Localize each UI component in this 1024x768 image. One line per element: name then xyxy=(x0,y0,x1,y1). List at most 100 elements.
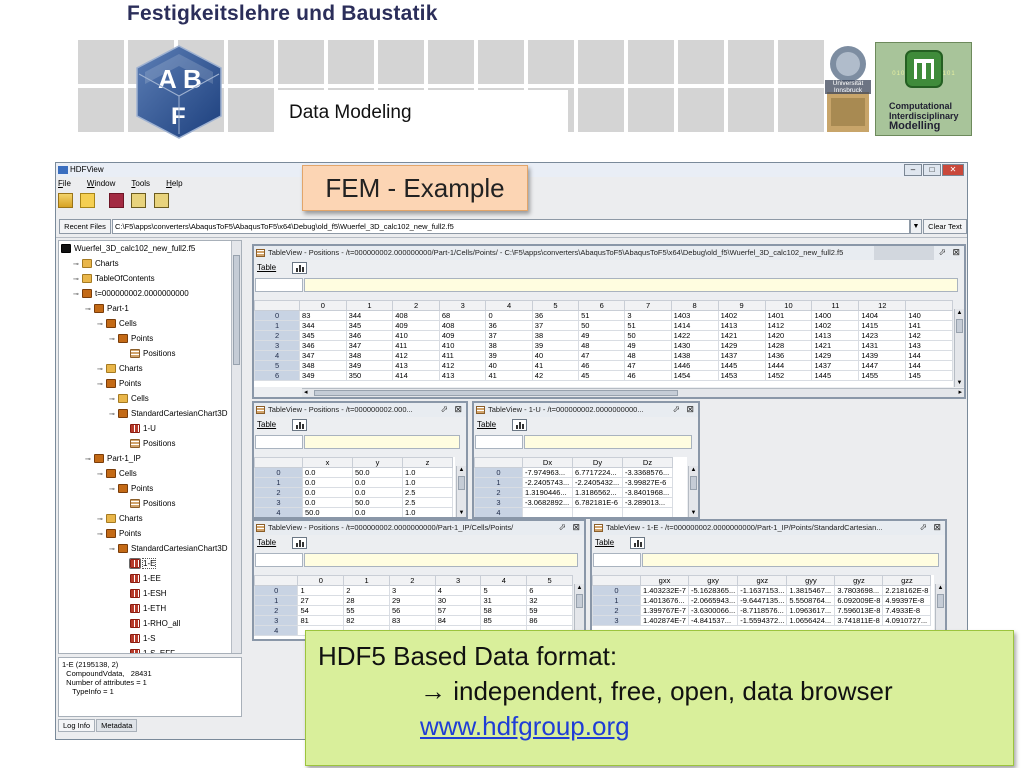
cell-value-field[interactable] xyxy=(304,553,578,567)
row-header[interactable]: 3 xyxy=(254,497,303,508)
table-cell[interactable]: 58 xyxy=(480,605,528,616)
table-cell[interactable]: 46 xyxy=(578,360,626,371)
tableview-titlebar[interactable]: TableView - Positions - /t=000000002.000… xyxy=(254,521,584,535)
column-header[interactable]: Dy xyxy=(572,457,623,468)
row-header[interactable]: 3 xyxy=(474,497,523,508)
table-cell[interactable]: 1430 xyxy=(670,340,719,351)
minimize-button[interactable]: – xyxy=(904,164,922,176)
column-header[interactable]: 3 xyxy=(434,575,482,586)
table-cell[interactable]: 38 xyxy=(485,340,533,351)
table-cell[interactable]: 1429 xyxy=(717,340,766,351)
table-cell[interactable]: 51 xyxy=(624,320,672,331)
tree-toggle-icon[interactable]: ⊸ xyxy=(85,452,94,467)
close-panel-icon[interactable]: ⊠ xyxy=(686,404,694,414)
horizontal-scrollbar[interactable]: ◂ ▸ xyxy=(302,388,964,397)
tree-node[interactable]: 1-S xyxy=(121,631,155,646)
table-cell[interactable]: 1412 xyxy=(764,320,813,331)
table-cell[interactable]: 54 xyxy=(297,605,345,616)
table-cell[interactable]: -8.7118576... xyxy=(737,605,788,616)
row-header[interactable]: 0 xyxy=(474,467,523,478)
table-cell[interactable]: 0.0 xyxy=(352,507,403,517)
table-cell[interactable]: 6.782181E-6 xyxy=(572,497,623,508)
table-cell[interactable]: 1428 xyxy=(764,340,813,351)
table-cell[interactable]: 48 xyxy=(578,340,626,351)
chart-icon[interactable] xyxy=(292,537,307,549)
table-cell[interactable]: 56 xyxy=(388,605,436,616)
table-cell[interactable]: 1431 xyxy=(858,340,907,351)
open-folder-icon[interactable] xyxy=(80,193,96,208)
table-cell[interactable]: 349 xyxy=(299,370,347,381)
table-cell[interactable]: 408 xyxy=(438,320,487,331)
menu-file[interactable]: File xyxy=(58,179,79,188)
table-cell[interactable]: 45 xyxy=(578,370,626,381)
column-header[interactable]: 12 xyxy=(858,300,907,311)
row-header[interactable]: 3 xyxy=(592,615,641,626)
table-cell[interactable]: 409 xyxy=(438,330,487,341)
table-cell[interactable]: 49 xyxy=(578,330,626,341)
table-cell[interactable]: -4.841537... xyxy=(687,615,739,626)
table-cell[interactable]: 39 xyxy=(531,340,580,351)
maximize-panel-icon[interactable]: ⬀ xyxy=(672,404,680,414)
table-cell[interactable]: 6.092009E-8 xyxy=(834,595,884,606)
tableview-titlebar[interactable]: TableView - Positions - /t=000000002.000… xyxy=(254,403,466,417)
table-cell[interactable]: 1455 xyxy=(858,370,907,381)
tree-toggle-icon[interactable]: ⊸ xyxy=(109,332,118,347)
column-header[interactable]: 10 xyxy=(764,300,813,311)
table-cell[interactable]: 5.5508764... xyxy=(786,595,836,606)
table-cell[interactable]: 1429 xyxy=(811,350,860,361)
table-cell[interactable]: -1.1637153... xyxy=(737,585,788,596)
recent-files-button[interactable]: Recent Files xyxy=(59,219,111,234)
table-cell[interactable]: 1.3186562... xyxy=(572,487,623,498)
column-header[interactable]: gzz xyxy=(882,575,932,586)
tree-node[interactable]: Positions xyxy=(121,436,175,451)
table-cell[interactable]: 0.0 xyxy=(352,477,403,488)
table-cell[interactable]: 2.5 xyxy=(402,487,453,498)
table-cell[interactable]: -2.0665943... xyxy=(687,595,739,606)
tab-log-info[interactable]: Log Info xyxy=(58,719,96,732)
table-cell[interactable]: 1444 xyxy=(764,360,813,371)
table-cell[interactable]: 0.0 xyxy=(302,467,353,478)
table-cell[interactable]: 1438 xyxy=(670,350,719,361)
table-cell[interactable]: 140 xyxy=(905,310,953,321)
table-cell[interactable]: 1400 xyxy=(811,310,860,321)
table-cell[interactable]: 144 xyxy=(905,350,953,361)
table-cell[interactable]: 410 xyxy=(438,340,487,351)
table-cell[interactable]: 0 xyxy=(485,310,533,321)
horizontal-scrollbar-thumb[interactable] xyxy=(314,390,678,396)
table-cell[interactable]: -3.0682892... xyxy=(522,497,573,508)
chart-icon[interactable] xyxy=(630,537,645,549)
table-cell[interactable]: 36 xyxy=(485,320,533,331)
scrollbar-thumb[interactable] xyxy=(458,476,465,490)
menu-window[interactable]: Window xyxy=(87,179,123,188)
help-book-icon[interactable] xyxy=(108,193,124,208)
scrollbar-thumb[interactable] xyxy=(690,476,697,490)
table-cell[interactable]: 37 xyxy=(531,320,580,331)
table-cell[interactable]: 348 xyxy=(299,360,347,371)
scroll-down-icon[interactable]: ▼ xyxy=(689,509,698,517)
tree-node[interactable]: Positions xyxy=(121,496,175,511)
table-cell[interactable]: -3.8401968... xyxy=(622,487,673,498)
table-cell[interactable]: -2.2405432... xyxy=(572,477,623,488)
column-header[interactable]: 5 xyxy=(526,575,573,586)
table-cell[interactable]: 2.5 xyxy=(402,497,453,508)
table-cell[interactable]: 1437 xyxy=(717,350,766,361)
table-cell[interactable]: 1 xyxy=(297,585,345,596)
table-cell[interactable]: 48 xyxy=(624,350,672,361)
table-cell[interactable]: 1.3815467... xyxy=(786,585,836,596)
table-cell[interactable]: 3.7803698... xyxy=(834,585,884,596)
tree-node[interactable]: ⊸ Points xyxy=(109,481,153,496)
table-cell[interactable]: 40 xyxy=(531,350,580,361)
scroll-up-icon[interactable]: ▲ xyxy=(955,309,964,317)
tree-toggle-icon[interactable]: ⊸ xyxy=(97,362,106,377)
table-cell[interactable]: 0.0 xyxy=(302,477,353,488)
column-header[interactable]: 8 xyxy=(670,300,719,311)
cell-index-field[interactable] xyxy=(255,278,303,292)
cell-index-field[interactable] xyxy=(593,553,641,567)
cell-index-field[interactable] xyxy=(255,435,303,449)
column-header[interactable]: 4 xyxy=(485,300,533,311)
menu-tools[interactable]: Tools xyxy=(131,179,158,188)
table-cell[interactable]: 0.0 xyxy=(302,497,353,508)
table-cell[interactable]: 57 xyxy=(434,605,482,616)
tableview-titlebar[interactable]: TableView - 1-E - /t=000000002.000000000… xyxy=(592,521,945,535)
table-menu[interactable]: Table xyxy=(257,263,276,272)
